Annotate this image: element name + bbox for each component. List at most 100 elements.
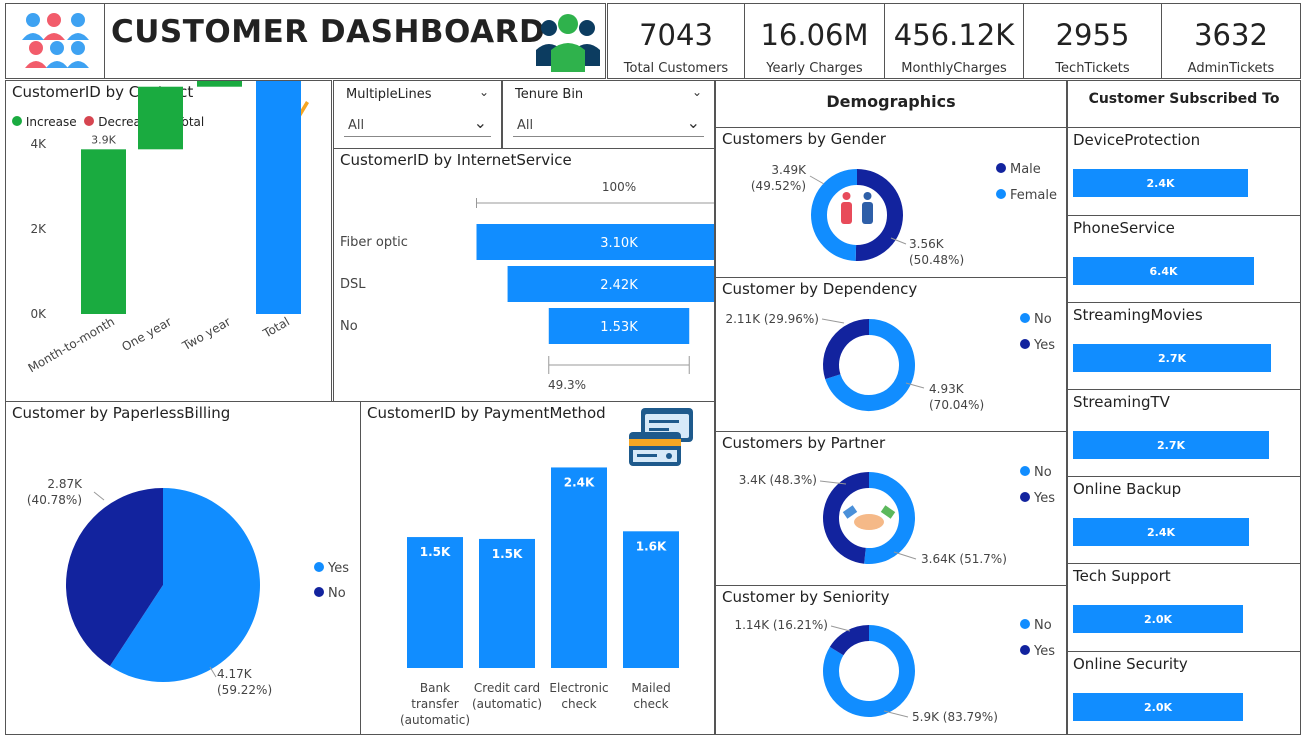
data-label: 1.5K	[148, 81, 173, 84]
bottom-range-bracket	[548, 356, 690, 374]
subscribed-item: DeviceProtection 2.4K	[1067, 127, 1301, 216]
top-percent-label: 100%	[602, 180, 636, 194]
kpi-value: 456.12K	[893, 18, 1015, 52]
kpi-value: 7043	[639, 18, 713, 52]
legend-dot	[1020, 645, 1030, 655]
legend-dot	[996, 189, 1006, 199]
kpi-value: 3632	[1194, 18, 1268, 52]
kpi-label: Yearly Charges	[766, 61, 863, 76]
data-label: 3.49K	[771, 163, 807, 177]
legend-dot	[996, 163, 1006, 173]
label-leader-line	[893, 551, 917, 560]
internet-funnel-chart: 100% 3.10K Fiber optic 2.42K DSL 1.53K No 49.3%	[340, 180, 714, 392]
female-icon	[841, 202, 852, 224]
legend-label: Yes	[327, 561, 349, 576]
legend-label: No	[1034, 618, 1052, 633]
subscribed-item: Online Security 2.0K	[1067, 651, 1301, 735]
data-label: 1.5K	[420, 545, 451, 559]
legend-label: Female	[1010, 188, 1057, 203]
male-icon-head	[863, 192, 872, 200]
donut-slice	[855, 169, 903, 261]
subscribed-item: StreamingTV 2.7K	[1067, 389, 1301, 477]
data-label: 2.11K (29.96%)	[725, 312, 819, 326]
legend-dot	[1020, 492, 1030, 502]
dropdown-value: All	[348, 118, 365, 133]
chevron-up-icon[interactable]: ⌄	[692, 85, 702, 99]
female-icon-head	[842, 192, 851, 200]
legend-label: Yes	[1033, 338, 1055, 353]
data-label: 1.6K	[636, 539, 667, 553]
demographics-header: Demographics	[715, 80, 1067, 128]
subscribed-item: StreamingMovies 2.7K	[1067, 302, 1301, 390]
male-icon	[862, 202, 873, 224]
data-label: 4.93K	[929, 382, 965, 396]
data-label: 3.56K	[909, 237, 945, 251]
kpi-card-admin-tickets: 3632 AdminTickets	[1161, 3, 1301, 79]
label-leader-line	[821, 318, 845, 324]
y-tick-label: 4K	[30, 137, 47, 151]
x-tick-label: Two year	[179, 314, 233, 353]
subscribed-item-bar: 2.0K	[1073, 693, 1243, 721]
tenure-bin-slicer[interactable]: Tenure Bin ⌄ All ⌄	[502, 80, 715, 149]
subscribed-item-title: Tech Support	[1073, 567, 1171, 585]
legend-label: No	[328, 586, 346, 601]
multiplelines-slicer[interactable]: MultipleLines ⌄ All ⌄	[333, 80, 502, 149]
label-leader-line	[809, 175, 825, 185]
x-tick-label: check	[633, 697, 668, 711]
kpi-label: AdminTickets	[1187, 61, 1275, 76]
paperless-pie-chart: 4.17K (59.22%) 2.87K (40.78%) Yes No	[27, 477, 349, 697]
label-leader-line	[830, 625, 851, 632]
team-icon	[536, 14, 600, 72]
dropdown-value: All	[517, 118, 534, 133]
subscribed-item-title: PhoneService	[1073, 219, 1175, 237]
bar	[81, 149, 126, 314]
chevron-down-icon[interactable]: ⌄	[474, 113, 487, 132]
seniority-donut-chart: No Yes 5.9K (83.79%) 1.14K (16.21%)	[734, 618, 1055, 724]
legend-dot	[1020, 313, 1030, 323]
kpi-label: TechTickets	[1055, 61, 1130, 76]
x-tick-label: Total	[260, 314, 292, 341]
x-tick-label: (automatic)	[472, 697, 542, 711]
subscribed-item-bar: 2.7K	[1073, 431, 1269, 459]
chevron-up-icon[interactable]: ⌄	[479, 85, 489, 99]
slicer-title: Tenure Bin	[515, 87, 584, 102]
contract-waterfall-chart: 0K2K4K6K8K3.9KMonth-to-month1.5KOne year…	[26, 81, 301, 375]
subscribed-item-title: StreamingTV	[1073, 393, 1170, 411]
subscribed-item-title: Online Backup	[1073, 480, 1182, 498]
gender-donut-chart: Male Female 3.56K (50.48%) 3.49K (49.52%)	[751, 162, 1057, 267]
customers-group-icon	[22, 13, 89, 68]
data-label: 5.9K (83.79%)	[912, 710, 998, 724]
kpi-value: 16.06M	[760, 18, 869, 52]
data-label-pct: (49.52%)	[751, 179, 806, 193]
category-label: DSL	[340, 277, 366, 292]
label-leader-line	[883, 710, 909, 718]
dependency-donut-chart: No Yes 4.93K (70.04%) 2.11K (29.96%)	[725, 312, 1055, 412]
category-label: No	[340, 319, 358, 334]
data-label: 3.64K (51.7%)	[921, 552, 1007, 566]
tenure-bin-dropdown[interactable]: All ⌄	[513, 113, 704, 137]
header-title-panel: CUSTOMER DASHBOARD	[104, 3, 606, 79]
subscribed-item: Online Backup 2.4K	[1067, 476, 1301, 564]
data-label: 2.42K	[600, 278, 638, 293]
legend-dot	[1020, 466, 1030, 476]
multiplelines-dropdown[interactable]: All ⌄	[344, 113, 491, 137]
section-title: Demographics	[826, 92, 956, 111]
subscribed-item-title: Online Security	[1073, 655, 1188, 673]
payment-bar-panel: CustomerID by PaymentMethod 1.5K Bank tran…	[360, 401, 715, 735]
data-label: 3.9K	[91, 133, 116, 146]
subscribed-item-bar: 6.4K	[1073, 257, 1254, 285]
internet-funnel-panel: CustomerID by InternetService 100% 3.10K F…	[333, 148, 715, 402]
subscribed-item-bar: 2.4K	[1073, 169, 1248, 197]
subscribed-item-bar: 2.7K	[1073, 344, 1271, 372]
subscribed-header: Customer Subscribed To	[1067, 80, 1301, 128]
handshake-icon	[854, 514, 884, 530]
chevron-down-icon[interactable]: ⌄	[687, 113, 700, 132]
donut-slice	[829, 625, 870, 656]
kpi-card-monthly-charges: 456.12K MonthlyCharges	[884, 3, 1024, 79]
section-title: Customer Subscribed To	[1088, 91, 1280, 107]
legend-dot	[314, 587, 324, 597]
funnel-bar	[476, 224, 714, 260]
slicer-title: MultipleLines	[346, 87, 432, 102]
seniority-donut-panel: Customer by Seniority No Yes 5.9K (83.79%)…	[715, 585, 1067, 735]
subscribed-item-bar: 2.4K	[1073, 518, 1249, 546]
